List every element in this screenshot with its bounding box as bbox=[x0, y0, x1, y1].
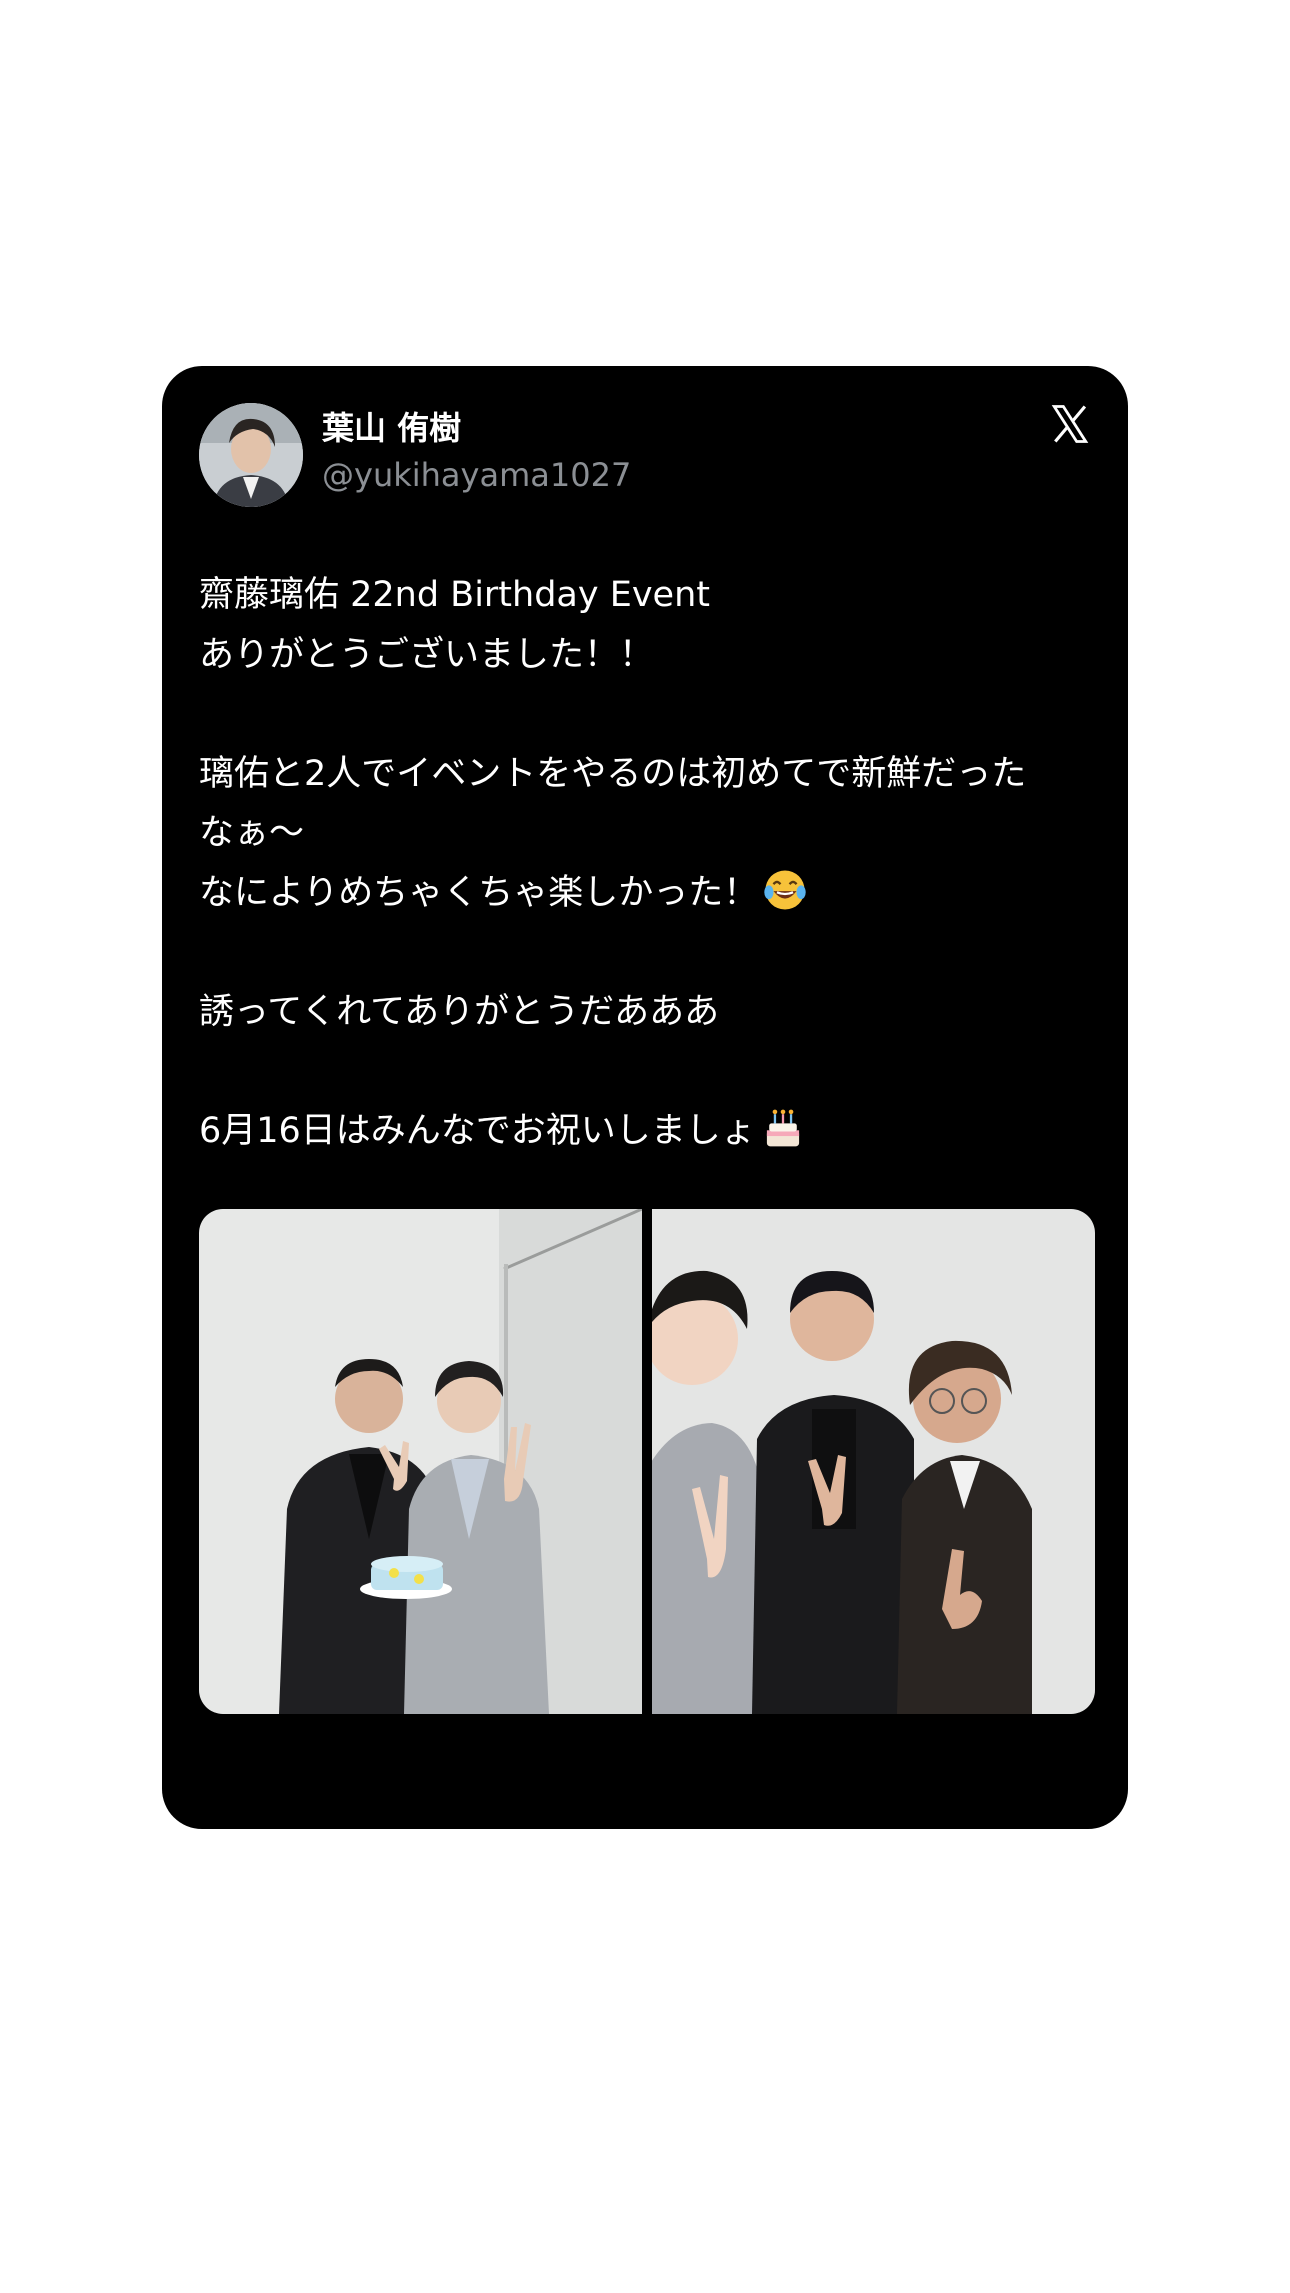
post-text-line-5: なによりめちゃくちゃ楽しかった！ bbox=[199, 864, 1099, 924]
photo-image bbox=[652, 1209, 1095, 1714]
post-text-line: ありがとうございました！！ bbox=[199, 634, 655, 675]
photo-three-men-selfie[interactable] bbox=[652, 1209, 1095, 1714]
photo-image bbox=[199, 1209, 642, 1714]
author-avatar[interactable] bbox=[199, 403, 303, 507]
post-text-line-5-text: なによりめちゃくちゃ楽しかった！ bbox=[199, 872, 759, 913]
photo-two-men-with-cake[interactable] bbox=[199, 1209, 642, 1714]
post-text-line: 齋藤璃佑 22nd Birthday Event bbox=[199, 575, 710, 615]
laughing-tears-emoji bbox=[764, 869, 807, 910]
author-handle[interactable]: @yukihayama1027 bbox=[322, 455, 631, 495]
post-text-line: なぁ〜 bbox=[199, 813, 305, 853]
author-name[interactable]: 葉山 侑樹 bbox=[322, 408, 461, 448]
post-card[interactable]: 葉山 侑樹 @yukihayama1027 齋藤璃佑 22nd Birthday… bbox=[162, 366, 1128, 1829]
birthday-cake-emoji bbox=[766, 1109, 799, 1146]
post-text-line bbox=[199, 685, 1099, 745]
post-text-line bbox=[199, 923, 1099, 983]
post-media-grid bbox=[199, 1209, 1095, 1714]
post-text-line: 璃佑と2人でイベントをやるのは初めてで新鮮だった bbox=[199, 753, 1027, 794]
post-text-line: 誘ってくれてありがとうだあああ bbox=[199, 991, 720, 1032]
x-logo-icon[interactable] bbox=[1049, 403, 1091, 445]
post-text-line-9: 6月16日はみんなでお祝いしましょ bbox=[199, 1102, 1099, 1162]
avatar-image bbox=[199, 403, 303, 507]
post-text-line-9-text: 6月16日はみんなでお祝いしましょ bbox=[199, 1110, 756, 1151]
post-text: 齋藤璃佑 22nd Birthday Event ありがとうございました！！ 璃… bbox=[199, 566, 1099, 1161]
post-text-line bbox=[199, 1042, 1099, 1102]
